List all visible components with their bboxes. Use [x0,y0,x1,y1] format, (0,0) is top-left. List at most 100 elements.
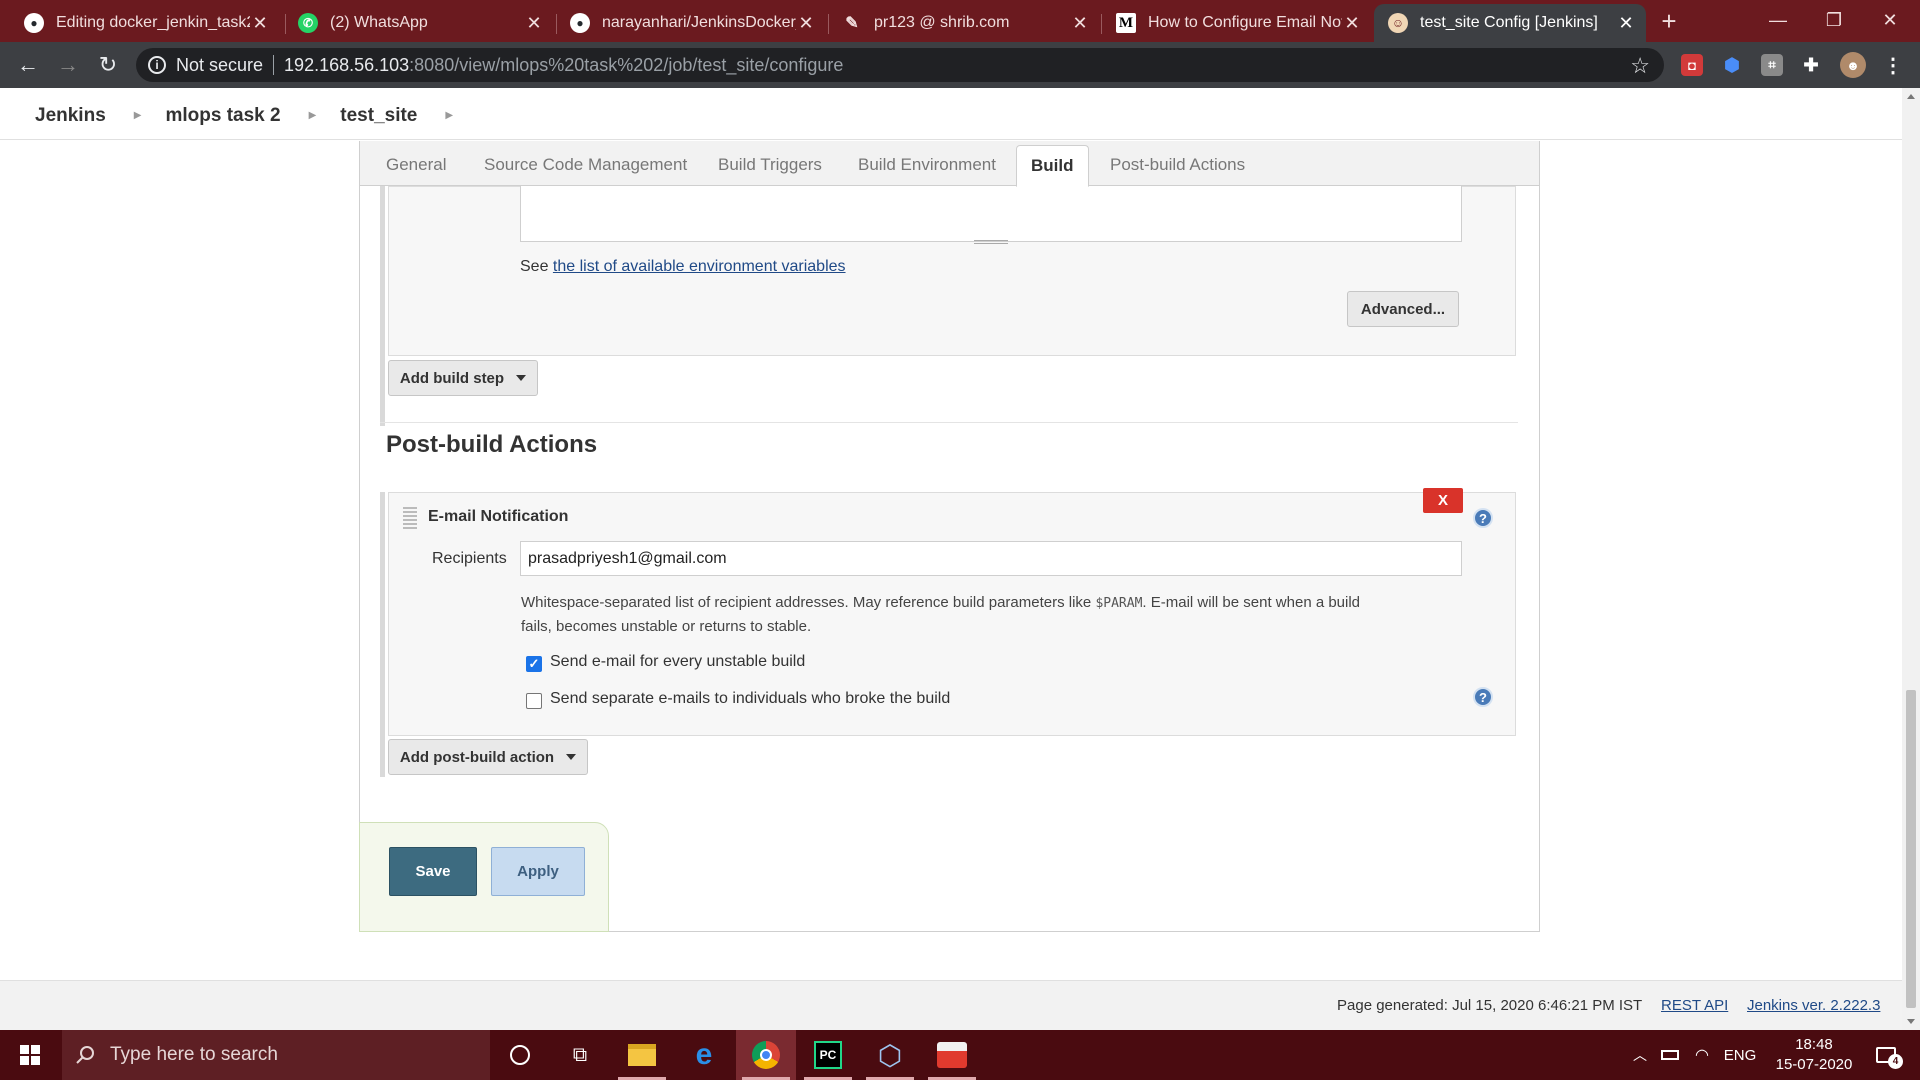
whatsapp-icon: ✆ [298,13,318,33]
close-tab-icon[interactable]: ✕ [250,13,270,34]
back-icon[interactable]: ← [14,51,42,79]
env-vars-link[interactable]: the list of available environment variab… [553,258,846,275]
chevron-right-icon[interactable]: ▶ [445,110,453,121]
browser-tab-editing-docker[interactable]: ● Editing docker_jenkin_task2_c ✕ [10,4,280,42]
tab-title: Editing docker_jenkin_task2_c [56,14,250,31]
save-button[interactable]: Save [389,847,477,896]
extensions-puzzle-icon[interactable]: ✚ [1800,54,1822,76]
tab-build-triggers[interactable]: Build Triggers [718,155,822,175]
add-post-build-action-button[interactable]: Add post-build action [388,739,588,775]
help-icon[interactable]: ? [1473,508,1493,528]
taskbar-search[interactable]: Type here to search [62,1030,490,1080]
tab-post-build-actions[interactable]: Post-build Actions [1110,155,1245,175]
tab-title: test_site Config [Jenkins] [1420,14,1598,31]
edge-icon[interactable]: e [674,1030,734,1080]
forward-icon[interactable]: → [54,51,82,79]
breadcrumb: Jenkins ▶ mlops task 2 ▶ test_site ▶ [0,92,1902,140]
windows-start-icon[interactable] [0,1030,60,1080]
info-icon[interactable]: i [148,56,166,74]
tab-title: How to Configure Email Noti [1148,14,1342,31]
unstable-build-checkbox[interactable]: ✓ [526,656,542,672]
clock-date: 15-07-2020 [1775,1056,1853,1073]
clock[interactable]: 18:48 15-07-2020 [1764,1030,1864,1080]
breadcrumb-jenkins[interactable]: Jenkins [35,105,106,127]
github-icon: ● [570,13,590,33]
breadcrumb-job[interactable]: test_site [340,105,417,127]
unstable-build-label[interactable]: Send e-mail for every unstable build [550,653,805,671]
close-window-icon[interactable]: ✕ [1862,0,1918,40]
chevron-right-icon[interactable]: ▶ [134,110,142,121]
env-vars-prefix: See [520,258,553,275]
tray-chevron-up-icon[interactable]: ︿ [1628,1030,1652,1080]
notification-center-icon[interactable]: 4 [1866,1030,1906,1080]
file-explorer-icon[interactable] [612,1030,672,1080]
tab-general[interactable]: General [386,155,446,175]
tab-build-environment[interactable]: Build Environment [858,155,996,175]
tab-title: (2) WhatsApp [330,14,428,31]
app-icon[interactable] [922,1030,982,1080]
minimize-icon[interactable]: — [1750,0,1806,40]
delete-action-button[interactable]: X [1423,488,1463,513]
apply-button[interactable]: Apply [491,847,585,896]
profile-avatar[interactable]: ☻ [1840,52,1866,78]
individuals-label[interactable]: Send separate e-mails to individuals who… [550,690,950,708]
page-scrollbar[interactable] [1902,88,1920,1030]
close-tab-icon[interactable]: ✕ [796,13,816,34]
tab-source-code-management[interactable]: Source Code Management [484,155,687,175]
textarea-resize-handle[interactable] [974,240,1008,244]
close-tab-icon[interactable]: ✕ [524,13,544,34]
bookmark-star-icon[interactable]: ☆ [1630,53,1650,79]
scroll-up-icon[interactable] [1907,94,1915,99]
cortana-icon[interactable] [490,1030,550,1080]
shield-extension-icon[interactable]: ⬢ [1721,54,1743,76]
github-icon: ● [24,13,44,33]
restore-icon[interactable]: ❐ [1806,0,1862,40]
recipients-label: Recipients [432,550,507,567]
close-tab-icon[interactable]: ✕ [1616,13,1636,34]
task-view-icon[interactable]: ⧉ [550,1030,610,1080]
add-build-step-button[interactable]: Add build step [388,360,538,396]
browser-toolbar: ← → ↻ i Not secure 192.168.56.103 :8080/… [0,42,1920,88]
tab-build[interactable]: Build [1016,145,1089,187]
browser-tab-jenkinsdocker[interactable]: ● narayanhari/JenkinsDocker_T ✕ [556,4,826,42]
close-tab-icon[interactable]: ✕ [1342,13,1362,34]
config-tab-bar: General Source Code Management Build Tri… [360,141,1539,187]
scrollbar-thumb[interactable] [1906,690,1916,1008]
language-indicator[interactable]: ENG [1720,1030,1760,1080]
post-build-indent [380,492,385,777]
caret-down-icon [516,375,527,381]
browser-tab-jenkins-config[interactable]: ☺ test_site Config [Jenkins] ✕ [1374,4,1646,42]
chrome-icon[interactable] [736,1030,796,1080]
drag-handle-icon[interactable] [403,507,417,531]
shrib-icon: ✎ [845,15,859,32]
browser-menu-icon[interactable]: ⋮ [1882,54,1904,77]
battery-icon[interactable] [1656,1030,1684,1080]
recipients-input[interactable] [520,541,1462,576]
tab-title: pr123 @ shrib.com [874,14,1010,31]
security-label[interactable]: Not secure [176,55,263,76]
extension-icon[interactable]: ⌗ [1761,54,1783,76]
new-tab-icon[interactable]: + [1656,6,1682,36]
command-textarea[interactable] [520,186,1462,242]
scroll-down-icon[interactable] [1907,1019,1915,1024]
browser-tab-whatsapp[interactable]: ✆ (2) WhatsApp ✕ [284,4,554,42]
jenkins-version-link[interactable]: Jenkins ver. 2.222.3 [1747,997,1880,1014]
help-icon[interactable]: ? [1473,687,1493,707]
pycharm-icon[interactable]: PC [798,1030,858,1080]
post-build-heading: Post-build Actions [386,431,598,458]
browser-tab-email-guide[interactable]: M How to Configure Email Noti ✕ [1102,4,1372,42]
wifi-icon[interactable]: ◠ [1688,1030,1716,1080]
individuals-checkbox[interactable] [526,693,542,709]
taskbar-search-placeholder: Type here to search [110,1044,278,1065]
address-bar[interactable]: i Not secure 192.168.56.103 :8080/view/m… [136,48,1664,82]
browser-tab-shrib[interactable]: ✎ pr123 @ shrib.com ✕ [828,4,1100,42]
advanced-button[interactable]: Advanced... [1347,291,1459,327]
close-tab-icon[interactable]: ✕ [1070,13,1090,34]
tab-title: narayanhari/JenkinsDocker_T [602,14,796,31]
rest-api-link[interactable]: REST API [1661,997,1728,1014]
virtualbox-icon[interactable]: ⬡ [860,1030,920,1080]
chevron-right-icon[interactable]: ▶ [309,110,317,121]
reload-icon[interactable]: ↻ [94,51,122,79]
pocket-extension-icon[interactable]: ◘ [1681,54,1703,76]
breadcrumb-view[interactable]: mlops task 2 [165,105,280,127]
